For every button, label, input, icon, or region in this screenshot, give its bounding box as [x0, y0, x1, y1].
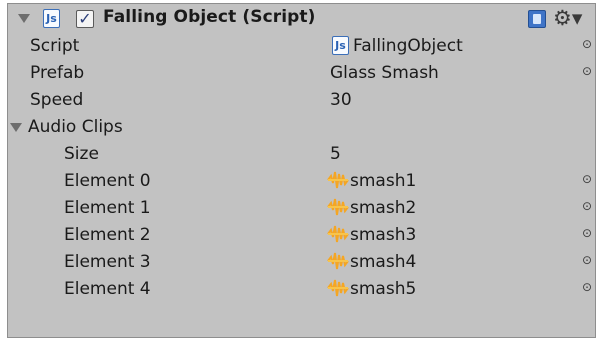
audio-clip-icon: [327, 198, 349, 216]
audio-clip-element-row: Element 1 smash2 ⊙: [8, 194, 595, 221]
audio-clip-icon: [327, 171, 349, 189]
element-label: Element 3: [64, 252, 151, 272]
audio-clips-size-row: Size 5: [8, 140, 595, 167]
size-value[interactable]: 5: [330, 144, 341, 164]
audio-clips-foldout[interactable]: Audio Clips: [8, 113, 595, 140]
element-value[interactable]: smash5: [350, 279, 416, 299]
audio-clip-icon: [327, 225, 349, 243]
audio-clip-element-row: Element 3 smash4 ⊙: [8, 248, 595, 275]
js-script-icon: Js: [43, 9, 60, 28]
object-picker-icon[interactable]: ⊙: [581, 227, 593, 239]
component-title: Falling Object (Script): [103, 7, 316, 27]
element-label: Element 4: [64, 279, 151, 299]
speed-value[interactable]: 30: [330, 90, 352, 110]
element-value[interactable]: smash3: [350, 225, 416, 245]
foldout-triangle-icon[interactable]: [10, 123, 22, 132]
audio-clip-element-row: Element 2 smash3 ⊙: [8, 221, 595, 248]
component-enabled-checkbox[interactable]: ✓: [76, 10, 94, 28]
element-label: Element 2: [64, 225, 151, 245]
audio-clip-icon: [327, 279, 349, 297]
speed-field-row: Speed 30: [8, 86, 595, 113]
object-picker-icon[interactable]: ⊙: [581, 200, 593, 212]
element-label: Element 0: [64, 171, 151, 191]
object-picker-icon[interactable]: ⊙: [581, 38, 593, 50]
element-value[interactable]: smash4: [350, 252, 416, 272]
js-script-icon: Js: [332, 36, 349, 55]
element-value[interactable]: smash1: [350, 171, 416, 191]
object-picker-icon[interactable]: ⊙: [581, 65, 593, 77]
script-label: Script: [30, 36, 80, 56]
inspector-component-panel: Js ✓ Falling Object (Script) ⚙▾ Script J…: [7, 3, 596, 338]
object-picker-icon[interactable]: ⊙: [581, 281, 593, 293]
prefab-label: Prefab: [30, 63, 85, 83]
audio-clip-element-row: Element 0 smash1 ⊙: [8, 167, 595, 194]
foldout-triangle-icon[interactable]: [18, 14, 30, 23]
gear-icon[interactable]: ⚙▾: [553, 6, 582, 30]
audio-clips-label: Audio Clips: [28, 117, 123, 137]
prefab-value[interactable]: Glass Smash: [330, 63, 439, 83]
object-picker-icon[interactable]: ⊙: [581, 254, 593, 266]
audio-clip-element-row: Element 4 smash5 ⊙: [8, 275, 595, 302]
speed-label: Speed: [30, 90, 84, 110]
prefab-field-row: Prefab Glass Smash ⊙: [8, 59, 595, 86]
script-field-row: Script Js FallingObject ⊙: [8, 32, 595, 59]
element-label: Element 1: [64, 198, 151, 218]
size-label: Size: [64, 144, 99, 164]
audio-clip-icon: [327, 252, 349, 270]
script-value[interactable]: FallingObject: [353, 36, 463, 56]
book-icon[interactable]: [528, 10, 546, 28]
component-header[interactable]: Js ✓ Falling Object (Script) ⚙▾: [8, 4, 595, 33]
element-value[interactable]: smash2: [350, 198, 416, 218]
object-picker-icon[interactable]: ⊙: [581, 173, 593, 185]
